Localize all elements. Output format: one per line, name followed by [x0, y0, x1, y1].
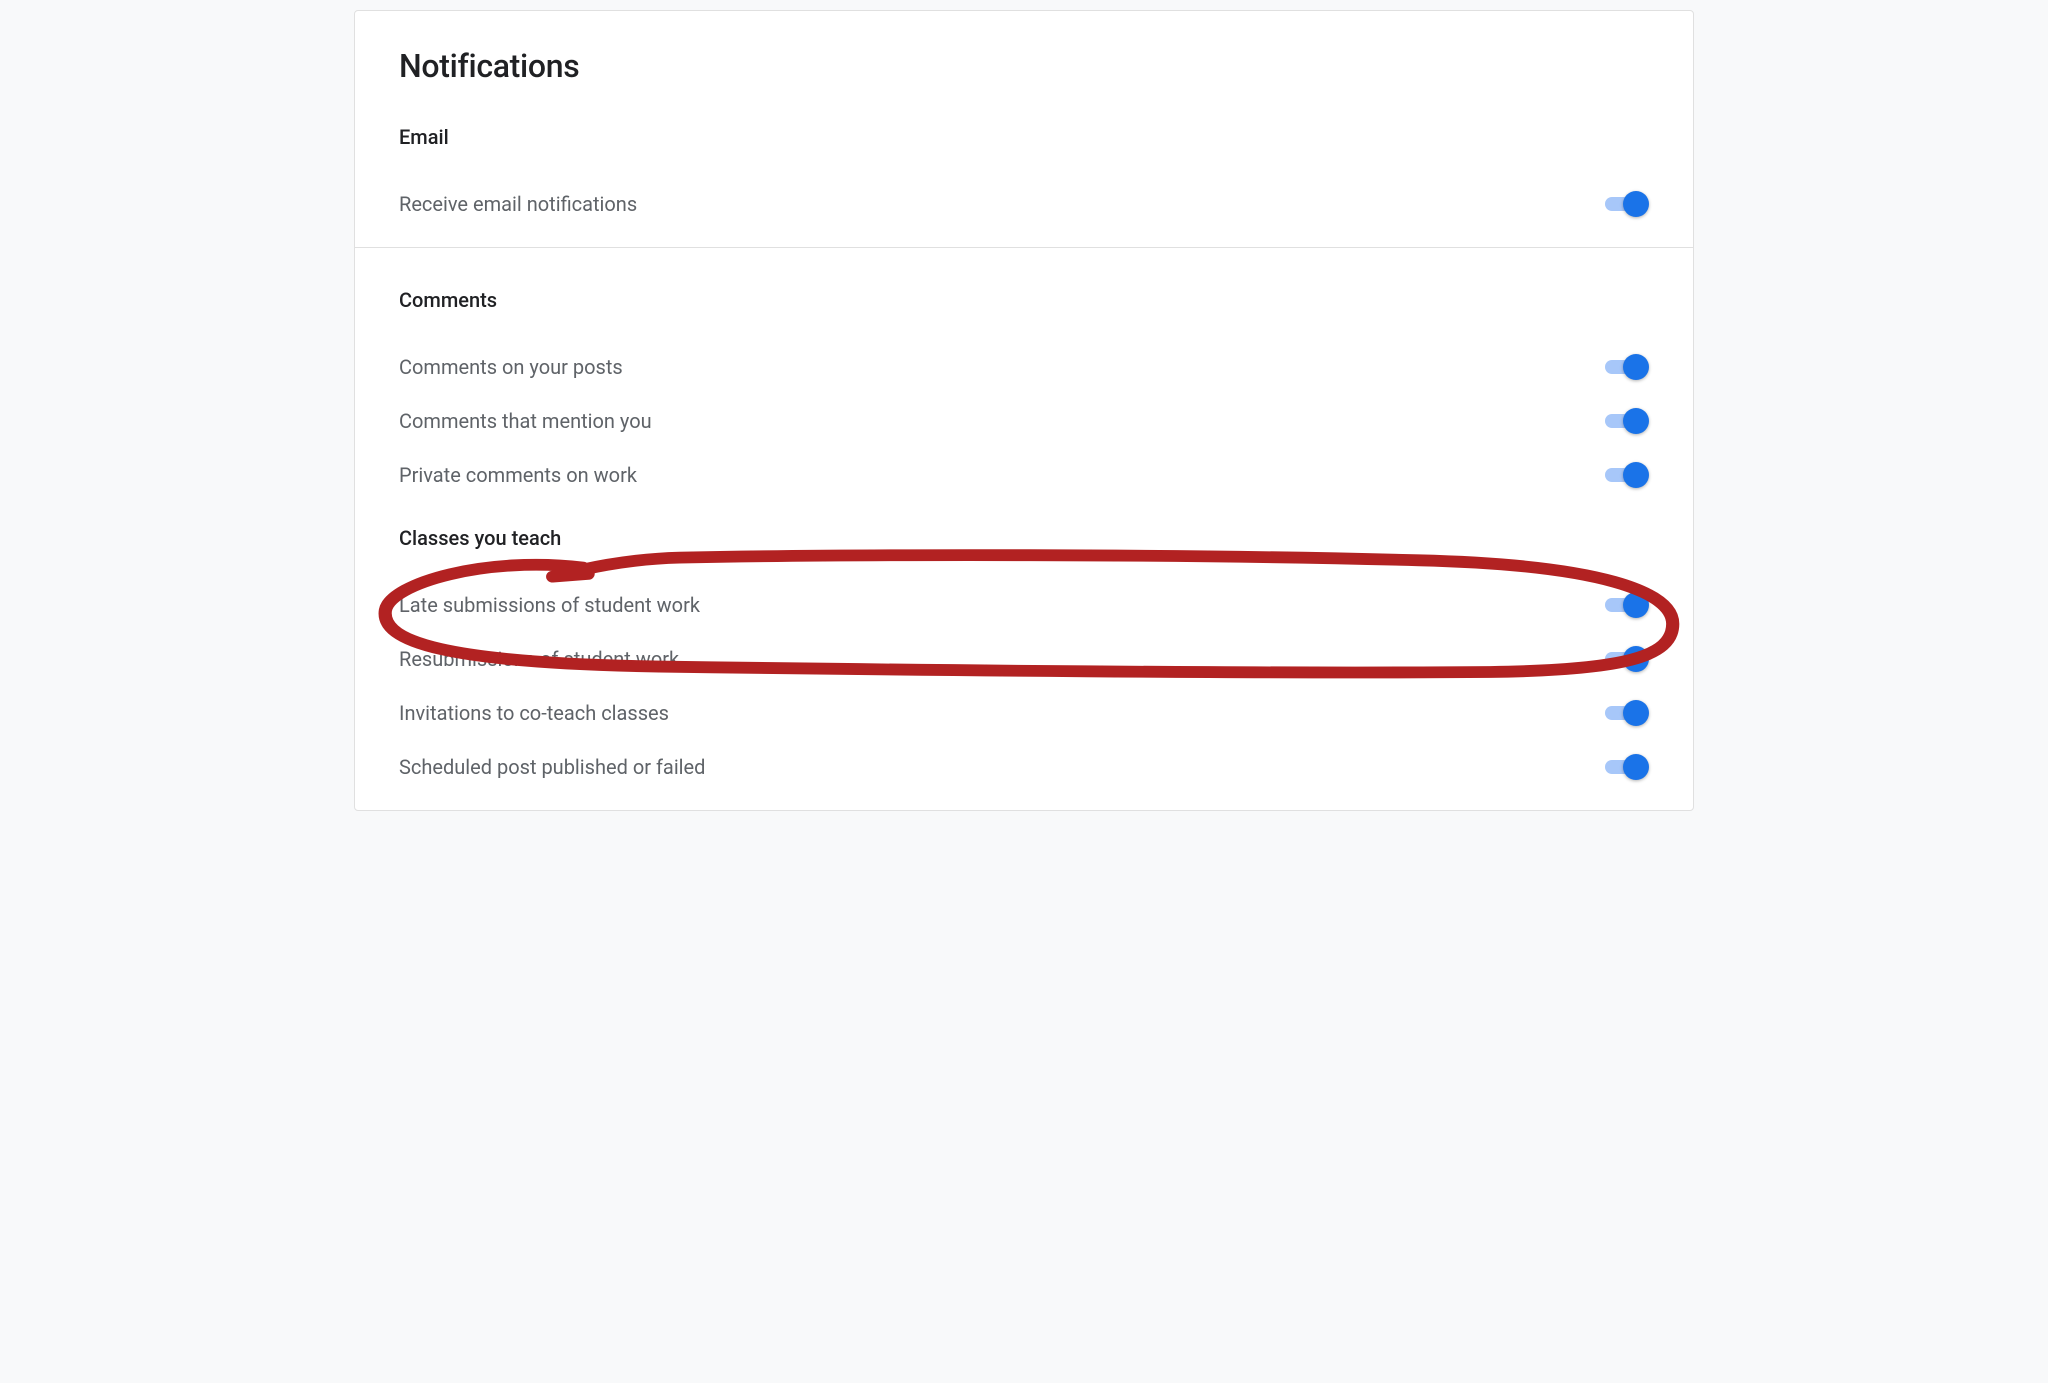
resubmissions-toggle[interactable] — [1605, 646, 1649, 672]
mention-you-label: Comments that mention you — [399, 409, 652, 433]
receive-email-row: Receive email notifications — [399, 177, 1649, 231]
toggle-thumb — [1623, 354, 1649, 380]
comments-section: Comments Comments on your posts Comments… — [355, 248, 1693, 810]
receive-email-label: Receive email notifications — [399, 192, 637, 216]
toggle-thumb — [1623, 646, 1649, 672]
toggle-thumb — [1623, 754, 1649, 780]
page-title: Notifications — [399, 47, 1649, 85]
resubmissions-row: Resubmissions of student work — [399, 632, 1649, 686]
receive-email-toggle[interactable] — [1605, 191, 1649, 217]
toggle-thumb — [1623, 408, 1649, 434]
toggle-thumb — [1623, 191, 1649, 217]
private-comments-row: Private comments on work — [399, 448, 1649, 502]
toggle-thumb — [1623, 700, 1649, 726]
resubmissions-label: Resubmissions of student work — [399, 647, 679, 671]
comments-on-posts-label: Comments on your posts — [399, 355, 623, 379]
coteach-invites-row: Invitations to co-teach classes — [399, 686, 1649, 740]
mention-you-row: Comments that mention you — [399, 394, 1649, 448]
notifications-card: Notifications Email Receive email notifi… — [354, 10, 1694, 811]
comments-on-posts-toggle[interactable] — [1605, 354, 1649, 380]
coteach-invites-label: Invitations to co-teach classes — [399, 701, 669, 725]
email-section-title: Email — [399, 125, 1649, 149]
scheduled-post-label: Scheduled post published or failed — [399, 755, 705, 779]
mention-you-toggle[interactable] — [1605, 408, 1649, 434]
private-comments-toggle[interactable] — [1605, 462, 1649, 488]
classes-teach-title: Classes you teach — [399, 526, 1649, 550]
email-section: Notifications Email Receive email notifi… — [355, 11, 1693, 248]
late-submissions-toggle[interactable] — [1605, 592, 1649, 618]
comments-section-title: Comments — [399, 288, 1649, 312]
toggle-thumb — [1623, 462, 1649, 488]
late-submissions-label: Late submissions of student work — [399, 593, 700, 617]
scheduled-post-row: Scheduled post published or failed — [399, 740, 1649, 794]
private-comments-label: Private comments on work — [399, 463, 637, 487]
scheduled-post-toggle[interactable] — [1605, 754, 1649, 780]
coteach-invites-toggle[interactable] — [1605, 700, 1649, 726]
toggle-thumb — [1623, 592, 1649, 618]
comments-on-posts-row: Comments on your posts — [399, 340, 1649, 394]
late-submissions-row: Late submissions of student work — [399, 578, 1649, 632]
